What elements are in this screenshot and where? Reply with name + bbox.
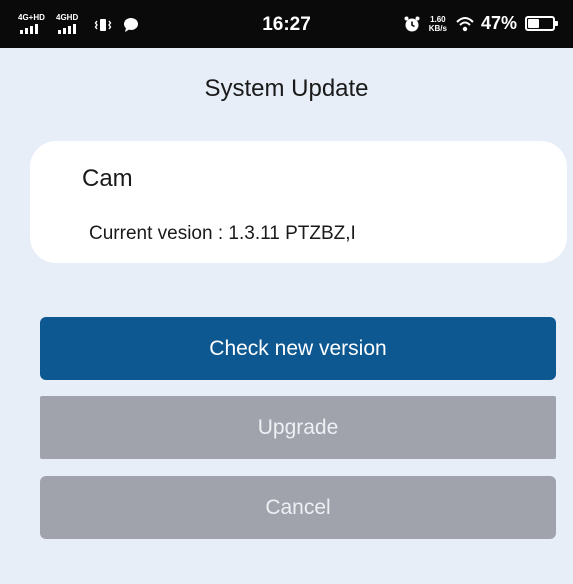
battery-percent: 47% bbox=[480, 13, 517, 33]
network-speed: 1.60 KB/s bbox=[429, 15, 447, 33]
wifi-icon bbox=[455, 15, 474, 33]
battery-fill bbox=[528, 19, 539, 28]
alarm-icon bbox=[403, 15, 421, 33]
upgrade-button[interactable]: Upgrade bbox=[40, 396, 556, 459]
device-info-card: Cam Current vesion : 1.3.11 PTZBZ,I bbox=[30, 141, 567, 263]
status-right-group: 1.60 KB/s 47% bbox=[403, 13, 558, 34]
current-version-row: Current vesion : 1.3.11 PTZBZ,I bbox=[89, 223, 356, 245]
network-speed-unit: KB/s bbox=[428, 23, 447, 33]
device-name: Cam bbox=[82, 165, 133, 192]
battery-icon bbox=[525, 16, 558, 31]
current-version-value: 1.3.11 PTZBZ,I bbox=[228, 223, 356, 244]
check-new-version-button[interactable]: Check new version bbox=[40, 317, 556, 380]
cancel-button[interactable]: Cancel bbox=[40, 476, 556, 539]
network-speed-value: 1.60 bbox=[430, 14, 446, 24]
page-title: System Update bbox=[204, 75, 369, 102]
status-bar: 4G+HD 4GHD 16:27 1.60 KB/s 47% bbox=[0, 0, 573, 48]
current-version-label: Current vesion : bbox=[89, 223, 229, 244]
